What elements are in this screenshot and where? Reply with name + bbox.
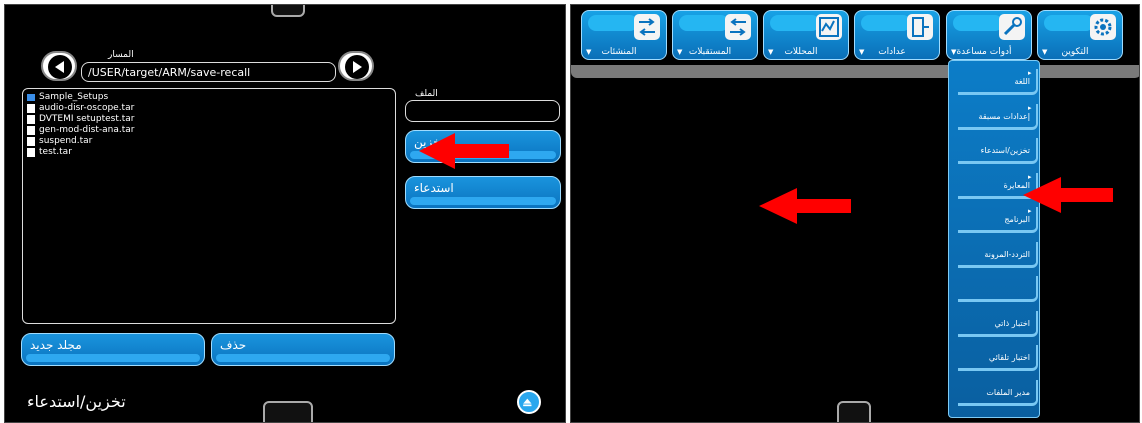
tab-wrench[interactable]: أدوات مساعدة ▼ <box>946 10 1032 60</box>
menu-item-label: تخزين/استدعاء <box>980 146 1030 155</box>
delete-button[interactable]: حذف <box>211 333 395 366</box>
file-list-item[interactable]: test.tar <box>23 147 395 158</box>
top-bar-strip <box>571 65 1139 78</box>
gear-icon <box>1090 14 1116 40</box>
menu-item-label: مدير الملفات <box>986 387 1030 397</box>
red-arrow-store <box>419 133 509 169</box>
file-list-item-name: audio-disr-oscope.tar <box>39 103 135 113</box>
file-label: الملف <box>415 89 438 99</box>
menu-item[interactable]: مدير الملفات <box>958 379 1038 406</box>
tab-highlight <box>1044 15 1094 31</box>
menu-item[interactable]: اختبار تلقائي <box>958 345 1038 371</box>
file-list-item-name: Sample_Setups <box>39 92 109 102</box>
menu-item-label: اللغة <box>1014 77 1030 86</box>
menu-item[interactable]: اختبار ذاتي <box>958 310 1038 337</box>
chevron-down-icon: ▼ <box>859 48 865 56</box>
chevron-down-icon: ▼ <box>586 48 592 56</box>
menu-item[interactable] <box>958 276 1038 302</box>
path-label: المسار <box>108 50 134 60</box>
receiver-icon <box>725 14 751 40</box>
tab-highlight <box>770 15 820 31</box>
menu-item-label: البرنامج <box>1004 215 1030 224</box>
red-arrow-calibration <box>1023 177 1113 213</box>
tab-gear[interactable]: التكوين ▼ <box>1037 10 1123 60</box>
back-button[interactable] <box>41 51 77 81</box>
file-list-item[interactable]: gen-mod-dist-ana.tar <box>23 125 395 136</box>
recall-button[interactable]: استدعاء <box>405 176 561 209</box>
file-list-item-name: test.tar <box>39 147 72 157</box>
tab-highlight <box>953 15 1003 31</box>
arrow-left-icon <box>48 55 72 79</box>
arrow-right-icon <box>345 55 369 79</box>
generator-icon <box>634 14 660 40</box>
menu-item-label: اختبار تلقائي <box>988 353 1030 362</box>
save-recall-screen: المسار /USER/target/ARM/save-recall Samp… <box>4 4 566 423</box>
file-icon <box>27 104 35 113</box>
delete-button-label: حذف <box>220 338 247 352</box>
file-list[interactable]: Sample_Setups audio-disr-oscope.tar DVTEMI… <box>22 88 396 324</box>
file-list-item[interactable]: Sample_Setups <box>23 92 395 103</box>
tab-label: المحللات <box>784 47 818 57</box>
chevron-down-icon: ▼ <box>677 48 683 56</box>
tab-highlight <box>679 15 729 31</box>
new-folder-label: مجلد جديد <box>30 338 82 352</box>
file-icon <box>27 137 35 146</box>
new-folder-button[interactable]: مجلد جديد <box>21 333 205 366</box>
menu-item[interactable]: التردد-المرونة <box>958 241 1038 268</box>
file-icon <box>27 115 35 124</box>
tab-generator[interactable]: المنشئات ▼ <box>581 10 667 60</box>
menu-item[interactable]: اللغة ▸ <box>958 69 1038 95</box>
utilities-menu-screen: المنشئات ▼ المستقبلات ▼ المحللات ▼ عدادات ▼ أدوا… <box>570 4 1140 423</box>
chevron-down-icon: ▼ <box>768 48 774 56</box>
submenu-arrow-icon: ▸ <box>1028 103 1032 112</box>
menu-item[interactable]: إعدادات مسبقة ▸ <box>958 103 1038 130</box>
wrench-icon <box>999 14 1025 40</box>
file-icon <box>27 148 35 157</box>
analyzer-icon <box>816 14 842 40</box>
bottom-drawer-handle[interactable] <box>263 401 313 422</box>
tab-highlight <box>861 15 911 31</box>
recall-button-label: استدعاء <box>414 181 454 195</box>
utilities-dropdown-menu: اللغة ▸ إعدادات مسبقة ▸ تخزين/استدعاء المعاير… <box>948 60 1040 418</box>
menu-item-label: التردد-المرونة <box>984 249 1030 259</box>
file-list-item-name: DVTEMI setuptest.tar <box>39 114 135 124</box>
file-list-item[interactable]: DVTEMI setuptest.tar <box>23 114 395 125</box>
chevron-down-icon: ▼ <box>1042 48 1048 56</box>
file-list-item-name: suspend.tar <box>39 136 93 146</box>
file-icon <box>27 126 35 135</box>
folder-icon <box>27 94 35 101</box>
tab-label: المستقبلات <box>688 47 732 57</box>
tab-label: المنشئات <box>601 47 637 57</box>
file-list-item-name: gen-mod-dist-ana.tar <box>39 125 135 135</box>
chevron-down-icon: ▼ <box>951 48 957 56</box>
red-arrow-left-area <box>759 188 851 224</box>
tab-meter[interactable]: عدادات ▼ <box>854 10 940 60</box>
screen-title: تخزين/استدعاء <box>27 392 126 411</box>
tab-analyzer[interactable]: المحللات ▼ <box>763 10 849 60</box>
path-value: /USER/target/ARM/save-recall <box>88 66 251 79</box>
file-list-item[interactable]: audio-disr-oscope.tar <box>23 103 395 114</box>
collapse-icon[interactable] <box>517 390 541 414</box>
menu-item-label: إعدادات مسبقة <box>978 111 1030 121</box>
submenu-arrow-icon: ▸ <box>1028 69 1032 77</box>
file-list-item[interactable]: suspend.tar <box>23 136 395 147</box>
top-drawer-handle[interactable] <box>271 5 305 17</box>
menu-item[interactable]: تخزين/استدعاء <box>958 138 1038 164</box>
tab-label: عدادات <box>878 47 906 57</box>
menu-item-label: اختبار ذاتي <box>994 318 1030 328</box>
tab-label: أدوات مساعدة <box>956 47 1012 57</box>
file-name-field[interactable] <box>405 100 560 122</box>
tab-highlight <box>588 15 638 31</box>
tab-receiver[interactable]: المستقبلات ▼ <box>672 10 758 60</box>
forward-button[interactable] <box>338 51 374 81</box>
bottom-drawer-handle-right[interactable] <box>837 401 871 422</box>
meter-icon <box>907 14 933 40</box>
tab-label: التكوين <box>1061 47 1089 57</box>
path-field[interactable]: /USER/target/ARM/save-recall <box>81 62 336 82</box>
